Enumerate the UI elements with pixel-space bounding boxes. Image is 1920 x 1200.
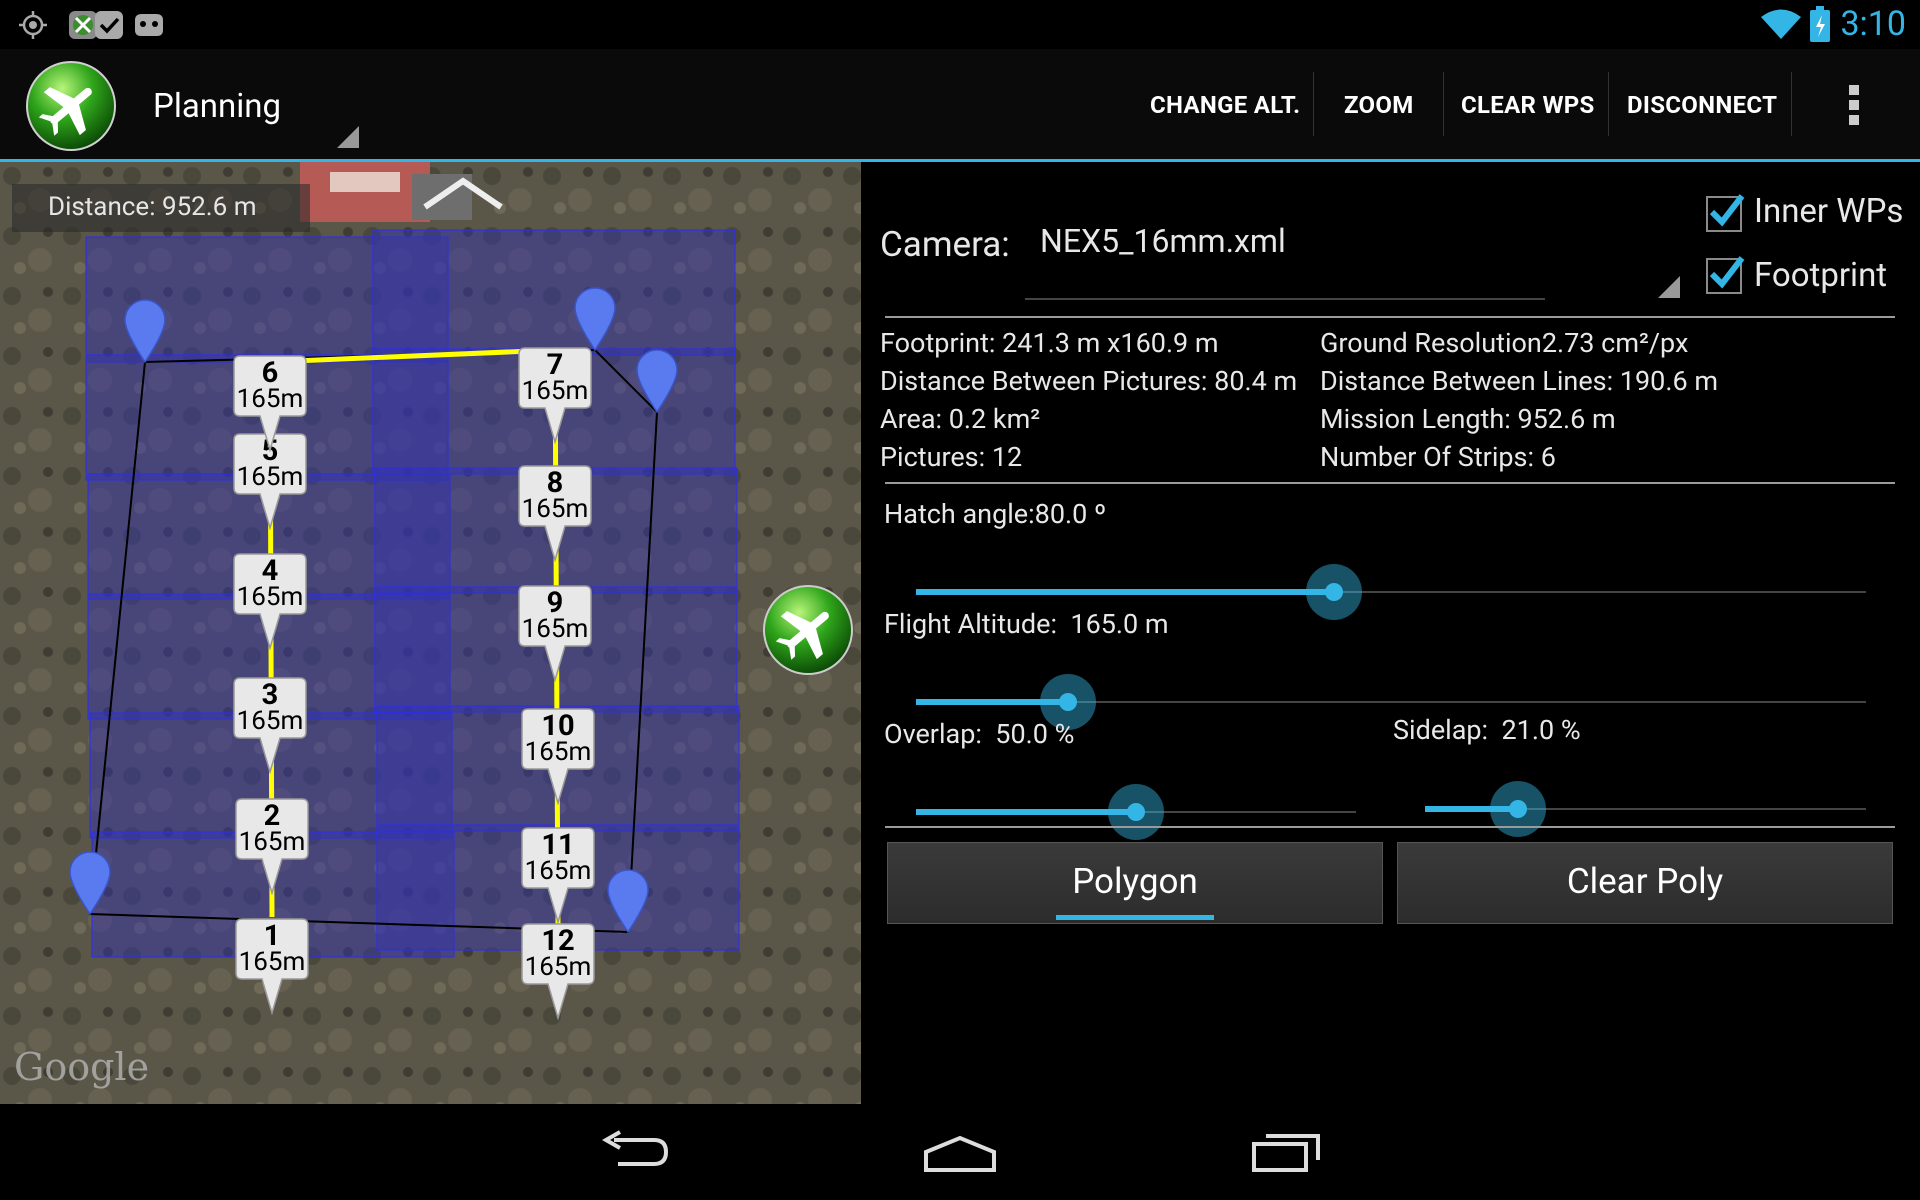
waypoint-marker[interactable]: 12 165m (518, 920, 598, 1020)
waypoint-marker[interactable]: 1 165m (232, 915, 312, 1015)
footprint-stat: Footprint: 241.3 m x160.9 m (880, 327, 1219, 359)
wifi-icon (1760, 8, 1802, 44)
footprint-checkbox[interactable] (1706, 256, 1745, 294)
battery-icon (1810, 6, 1830, 46)
page-title[interactable]: Planning (153, 87, 281, 126)
dropdown-indicator-icon (1658, 276, 1680, 302)
mission-length-stat: Mission Length: 952.6 m (1320, 403, 1616, 435)
app-logo-icon[interactable] (25, 60, 117, 156)
distance-between-pictures-stat: Distance Between Pictures: 80.4 m (880, 365, 1298, 397)
waypoint-marker[interactable]: 2 165m (232, 795, 312, 895)
footprint-label[interactable]: Footprint (1754, 256, 1887, 295)
survey-settings-panel: Camera: NEX5_16mm.xml Inner WPs Footprin… (861, 162, 1920, 1104)
status-bar: 3:10 (0, 0, 1920, 49)
distance-between-lines-stat: Distance Between Lines: 190.6 m (1320, 365, 1718, 397)
camera-label: Camera: (880, 224, 1010, 265)
map-view[interactable]: Google Distance: 952.6 m 1 165m 2 165m 3 165m… (0, 162, 861, 1104)
waypoint-layer: 1165m2165m3165m4165m5165m6165m7165m8165m… (0, 162, 861, 1104)
polygon-button[interactable]: Polygon (887, 842, 1383, 924)
waypoint-marker[interactable]: 10 165m (518, 705, 598, 805)
divider (885, 482, 1895, 484)
inner-wps-label[interactable]: Inner WPs (1754, 192, 1903, 231)
zoom-button[interactable]: ZOOM (1344, 91, 1414, 119)
camera-select-underline (1025, 298, 1545, 300)
clear-wps-button[interactable]: CLEAR WPS (1461, 91, 1595, 119)
sidelap-label: Sidelap: 21.0 % (1393, 714, 1581, 746)
waypoint-altitude: 165m (521, 376, 589, 406)
divider (885, 826, 1895, 828)
clock: 3:10 (1840, 4, 1906, 44)
waypoint-marker[interactable]: 7 165m (515, 344, 595, 444)
waypoint-altitude: 165m (236, 582, 304, 612)
navigation-bar (0, 1104, 1920, 1200)
more-vert-icon[interactable] (1846, 83, 1862, 131)
number-of-strips-stat: Number Of Strips: 6 (1320, 441, 1556, 473)
action-divider (1443, 72, 1444, 136)
polygon-button-label: Polygon (1072, 861, 1198, 902)
waypoint-altitude: 165m (238, 827, 306, 857)
action-bar: Planning CHANGE ALT. ZOOM CLEAR WPS DISC… (0, 49, 1920, 162)
ground-resolution-stat: Ground Resolution2.73 cm²/px (1320, 327, 1689, 359)
waypoint-marker[interactable]: 8 165m (515, 462, 595, 562)
waypoint-altitude: 165m (524, 737, 592, 767)
clear-poly-button-label: Clear Poly (1566, 861, 1724, 902)
back-icon[interactable] (600, 1130, 670, 1178)
camera-select[interactable]: NEX5_16mm.xml (1040, 222, 1286, 260)
inner-wps-checkbox[interactable] (1706, 194, 1745, 232)
waypoint-altitude: 165m (521, 614, 589, 644)
dropdown-indicator-icon (337, 126, 359, 152)
gps-icon (18, 10, 48, 44)
waypoint-altitude: 165m (236, 706, 304, 736)
change-alt-button[interactable]: CHANGE ALT. (1150, 91, 1300, 119)
action-divider (1791, 72, 1792, 136)
polygon-active-indicator (1056, 915, 1214, 920)
home-icon[interactable] (922, 1134, 998, 1178)
waypoint-marker[interactable]: 9 165m (515, 582, 595, 682)
overlap-label: Overlap: 50.0 % (884, 718, 1075, 750)
hatch-angle-label: Hatch angle:80.0 º (884, 498, 1107, 530)
divider (885, 316, 1895, 318)
check-icon (94, 10, 124, 44)
waypoint-altitude: 165m (236, 384, 304, 414)
waypoint-marker[interactable]: 4 165m (230, 550, 310, 650)
waypoint-altitude: 165m (524, 856, 592, 886)
waypoint-altitude: 165m (238, 947, 306, 977)
pictures-stat: Pictures: 12 (880, 441, 1023, 473)
recent-apps-icon[interactable] (1250, 1132, 1322, 1178)
action-divider (1608, 72, 1609, 136)
waypoint-altitude: 165m (524, 952, 592, 982)
waypoint-altitude: 165m (521, 494, 589, 524)
clear-poly-button[interactable]: Clear Poly (1397, 842, 1893, 924)
gamepad-icon (132, 10, 166, 44)
flight-altitude-label: Flight Altitude: 165.0 m (884, 608, 1169, 640)
action-divider (1313, 72, 1314, 136)
waypoint-marker[interactable]: 11 165m (518, 824, 598, 924)
disconnect-button[interactable]: DISCONNECT (1627, 91, 1777, 119)
area-stat: Area: 0.2 km² (880, 403, 1041, 435)
waypoint-altitude: 165m (236, 462, 304, 492)
waypoint-marker[interactable]: 3 165m (230, 674, 310, 774)
overlap-slider[interactable] (916, 782, 1356, 842)
sidelap-slider[interactable] (1425, 779, 1866, 839)
waypoint-marker[interactable]: 6 165m (230, 352, 310, 452)
